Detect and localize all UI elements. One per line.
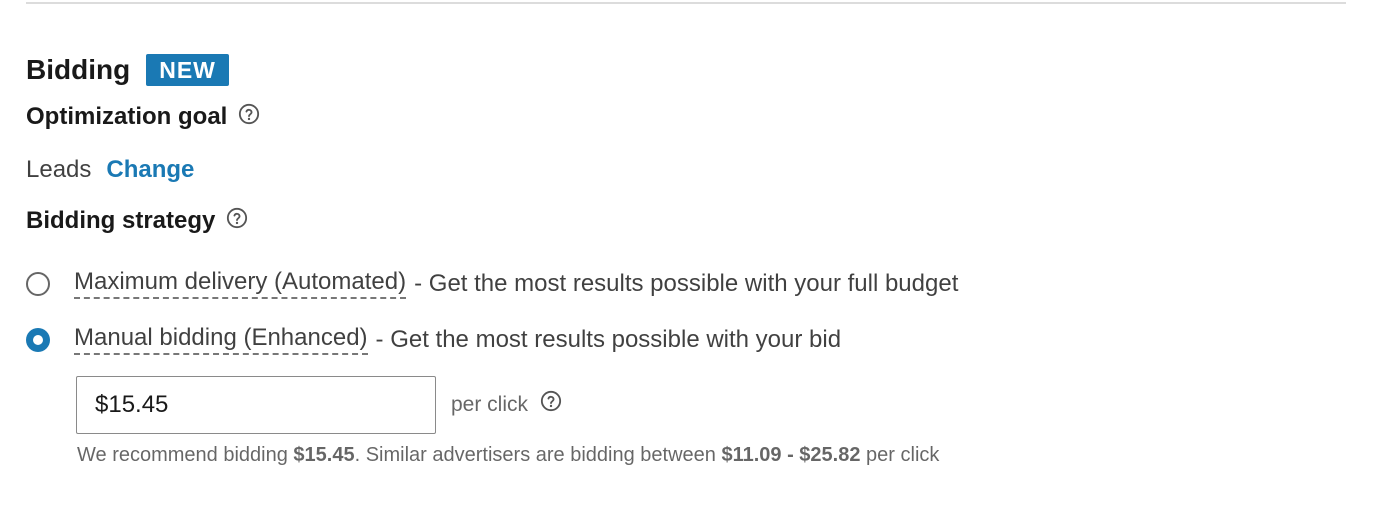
- recommendation-suffix: per click: [866, 444, 940, 466]
- top-divider: [26, 2, 1346, 4]
- recommended-bid: $15.45: [293, 444, 355, 466]
- bidding-strategy-header: Bidding strategy: [26, 207, 248, 235]
- maximum-delivery-radio[interactable]: [26, 271, 50, 296]
- bidding-strategy-help-icon[interactable]: [226, 207, 248, 229]
- manual-bidding-title[interactable]: Manual bidding (Enhanced): [74, 324, 368, 355]
- recommendation-prefix: We recommend bidding: [77, 444, 288, 466]
- maximum-delivery-title[interactable]: Maximum delivery (Automated): [74, 268, 407, 299]
- optimization-goal-value: Leads: [26, 156, 92, 183]
- bid-amount-input[interactable]: [76, 376, 436, 434]
- optimization-goal-value-row: Leads Change: [26, 156, 194, 184]
- section-header: Bidding NEW: [26, 54, 229, 86]
- per-click-label: per click: [451, 393, 529, 416]
- optimization-goal-header: Optimization goal: [26, 103, 260, 131]
- maximum-delivery-description: - Get the most results possible with you…: [414, 269, 959, 297]
- section-title: Bidding: [26, 54, 131, 85]
- manual-bidding-description: - Get the most results possible with you…: [375, 325, 842, 353]
- bid-recommendation: We recommend bidding $15.45. Similar adv…: [77, 444, 939, 467]
- bid-help-icon[interactable]: [540, 390, 562, 412]
- change-goal-link[interactable]: Change: [106, 156, 194, 184]
- bid-amount-row: per click: [76, 376, 562, 434]
- bid-range: $11.09 - $25.82: [721, 444, 861, 466]
- strategy-option-manual-bidding[interactable]: Manual bidding (Enhanced) - Get the most…: [26, 324, 841, 355]
- recommendation-middle: . Similar advertisers are bidding betwee…: [354, 444, 716, 466]
- new-badge: NEW: [146, 54, 229, 86]
- bid-unit: per click: [451, 390, 562, 417]
- manual-bidding-radio[interactable]: [26, 327, 50, 352]
- optimization-goal-help-icon[interactable]: [238, 103, 260, 125]
- strategy-option-maximum-delivery[interactable]: Maximum delivery (Automated) - Get the m…: [26, 268, 958, 299]
- optimization-goal-label: Optimization goal: [26, 103, 228, 130]
- bidding-strategy-label: Bidding strategy: [26, 207, 216, 234]
